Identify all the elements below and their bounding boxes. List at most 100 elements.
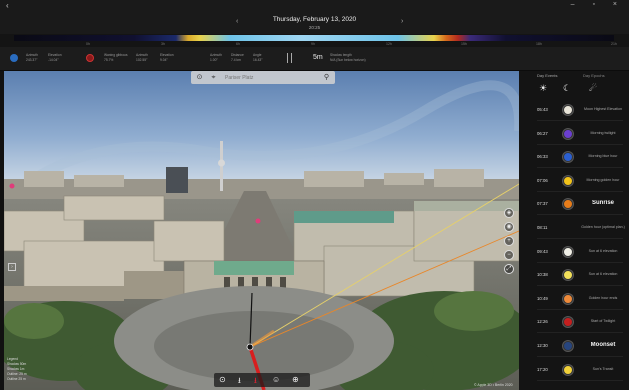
zoom-in-icon[interactable]: + — [504, 236, 514, 246]
layers-icon[interactable]: ◈ — [504, 208, 514, 218]
event-row[interactable]: 10:49 Golden hour ends — [519, 288, 629, 310]
moon-icon[interactable]: ☾ — [563, 83, 571, 94]
sun-icon[interactable]: ☀ — [539, 83, 547, 94]
event-label: Sun at 6 elevation — [588, 248, 618, 253]
map-toolbar: ⊙ ⭳ ⭳ ☺ ⊕ — [214, 373, 310, 387]
camera-icon[interactable]: ☺ — [272, 375, 280, 384]
event-time: 07:06 — [537, 177, 548, 183]
event-divider — [537, 238, 623, 239]
event-label: Sun at 6 elevation — [588, 272, 618, 277]
events-panel: Day Events Day Epochs ☀ ☾ ☄ 05:43 Moon Hi… — [519, 71, 629, 390]
sun-azimuth: Azimuth 243.37° — [26, 53, 38, 62]
event-row[interactable]: 07:37 Sunrise — [519, 193, 629, 216]
event-time: 09:43 — [537, 248, 548, 254]
zoom-out-icon[interactable]: − — [504, 250, 514, 260]
fullscreen-icon[interactable]: ⤢ — [504, 264, 514, 274]
timeline-tick: 12h — [386, 42, 392, 46]
moon-phase-icon[interactable] — [86, 54, 94, 62]
event-marker-icon — [563, 199, 573, 210]
back-button[interactable]: ‹ — [6, 1, 9, 10]
comet-icon[interactable]: ☄ — [589, 83, 597, 94]
window-controls[interactable]: – ▫ × — [571, 1, 625, 8]
date-header: ‹ Thursday, February 13, 2020 20:25 › — [0, 12, 629, 34]
event-row[interactable]: 06:27 Morning twilight — [519, 123, 629, 145]
event-row[interactable]: 17:20 Sun’s Transit — [519, 359, 629, 381]
event-row[interactable]: 06:33 Morning blue hour — [519, 146, 629, 169]
event-label: Moonset — [590, 342, 616, 348]
event-label: Golden hour ends — [588, 295, 618, 300]
event-divider — [537, 190, 623, 192]
timeline-color-bar[interactable] — [14, 35, 614, 41]
event-marker-icon — [563, 128, 573, 139]
event-marker-icon — [563, 246, 573, 257]
event-time: 10:49 — [537, 295, 548, 301]
location-pin-icon[interactable]: ⊙ — [219, 375, 226, 384]
event-marker-icon — [563, 364, 573, 375]
event-marker-icon — [563, 341, 573, 351]
map-legend: Legend Shadow 50m Shadow 1m Outline: 25 m Ou… — [7, 357, 27, 382]
info-bar: Azimuth 243.37° Elevation -14.04° Waning g… — [0, 47, 629, 71]
title-bar: ‹ – ▫ × — [0, 0, 629, 12]
search-icon[interactable]: ⚲ — [322, 73, 331, 82]
shadow-tool-icon[interactable]: ⭳ — [238, 375, 241, 389]
moon-elevation: Elevation 9.04° — [160, 53, 174, 62]
event-row[interactable]: 05:43 Moon Highest Elevation — [519, 99, 629, 121]
compass-icon[interactable]: ◉ — [504, 222, 514, 232]
pin-azimuth: Azimuth 1.00° — [210, 53, 222, 62]
map-3d-view[interactable] — [4, 71, 519, 390]
event-divider — [537, 285, 623, 287]
current-date[interactable]: Thursday, February 13, 2020 — [0, 16, 629, 23]
next-day-button[interactable]: › — [401, 18, 403, 25]
event-divider — [537, 214, 623, 216]
location-search-bar[interactable]: ⊙ ⌖ ⚲ — [191, 71, 335, 84]
event-time: 05:43 — [537, 107, 548, 112]
expand-left-panel-button[interactable]: › — [8, 263, 16, 271]
globe-icon[interactable]: ⊕ — [292, 375, 299, 384]
event-row[interactable]: 12:26 Start of Twilight — [519, 311, 629, 334]
event-marker-icon — [563, 270, 573, 281]
event-label: Golden hour (optimal plan.) — [581, 225, 625, 229]
event-marker-icon — [563, 317, 573, 328]
search-input[interactable] — [225, 74, 321, 82]
event-time: 07:37 — [537, 201, 548, 207]
event-divider — [537, 332, 623, 334]
event-row[interactable]: 07:06 Morning golden hour — [519, 170, 629, 192]
moon-phase: Waning gibbous 75.7% — [104, 53, 128, 62]
event-row[interactable]: 09:43 Sun at 6 elevation — [519, 241, 629, 263]
event-time: 06:27 — [537, 130, 548, 136]
event-marker-icon — [563, 105, 573, 115]
tab-day-epochs[interactable]: Day Epochs — [583, 73, 605, 78]
tab-day-events[interactable]: Day Events — [537, 73, 557, 78]
day-timeline[interactable]: 0h 3h 6h 9h 12h 15h 18h 21h — [0, 34, 629, 47]
sun-position-icon[interactable] — [10, 54, 18, 62]
event-divider — [537, 167, 623, 169]
current-time[interactable]: 20:25 — [0, 25, 629, 30]
event-label: Morning twilight — [590, 130, 616, 135]
pin-angle: Angle 16.43° — [253, 53, 263, 62]
event-marker-icon — [563, 152, 573, 163]
shadow-length: Shadow length N/A (Sun below horizon) — [330, 53, 366, 62]
timeline-tick: 0h — [86, 42, 90, 46]
event-divider — [537, 120, 623, 121]
timeline-tick: 6h — [236, 42, 240, 46]
event-time: 12:30 — [537, 343, 548, 348]
event-label: Morning golden hour — [586, 177, 620, 182]
event-label: Start of Twilight — [590, 319, 616, 324]
city-scene — [4, 71, 519, 390]
timeline-tick: 15h — [461, 42, 467, 46]
event-row[interactable]: 10:38 Sun at 6 elevation — [519, 264, 629, 287]
event-row[interactable]: 08:11 Golden hour (optimal plan.) — [519, 217, 629, 239]
moon-azimuth: Azimuth 102.55° — [136, 53, 148, 62]
event-divider — [537, 379, 623, 381]
event-time: 12:26 — [537, 319, 548, 325]
timeline-tick: 3h — [161, 42, 165, 46]
ruler-icon — [287, 53, 292, 63]
height-tool-icon[interactable]: ⭳ — [254, 375, 257, 389]
gps-icon[interactable]: ⌖ — [209, 73, 218, 82]
event-label: Morning blue hour — [588, 154, 618, 159]
event-marker-icon — [563, 175, 573, 186]
crosshair-icon[interactable]: ⊙ — [195, 73, 204, 82]
event-row[interactable]: 12:30 Moonset — [519, 335, 629, 357]
timeline-tick: 18h — [536, 42, 542, 46]
sun-elevation: Elevation -14.04° — [48, 53, 62, 62]
